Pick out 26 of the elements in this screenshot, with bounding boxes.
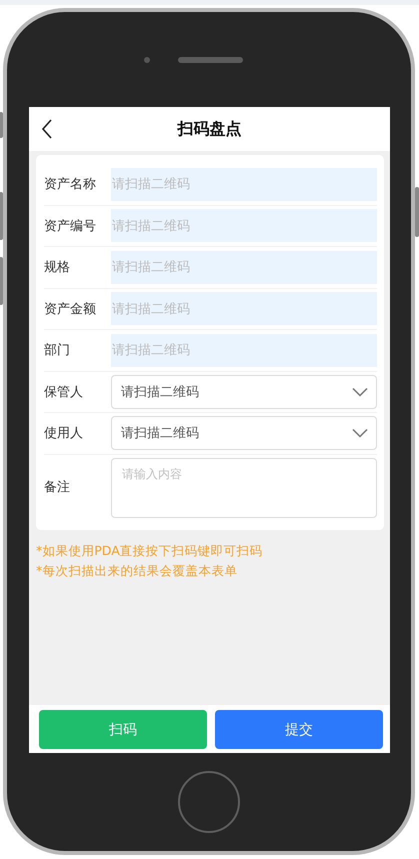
speaker-grille [178, 57, 243, 63]
submit-button[interactable]: 提交 [215, 710, 383, 749]
field-label: 规格 [44, 259, 71, 276]
field-label: 资产金额 [44, 300, 97, 318]
input-field[interactable]: 请扫描二维码 [111, 168, 377, 201]
chevron-down-icon [352, 386, 368, 397]
field-label: 备注 [44, 479, 71, 496]
field-label: 部门 [44, 342, 71, 360]
back-icon[interactable] [41, 119, 53, 139]
input-field[interactable]: 请扫描二维码 [111, 292, 377, 326]
select-field[interactable]: 请扫描二维码 [111, 416, 377, 450]
hint-text: *每次扫描出来的结果会覆盖本表单 [36, 562, 238, 580]
field-label: 使用人 [44, 425, 84, 442]
select-field[interactable]: 请扫描二维码 [111, 374, 377, 409]
field-label: 资产编号 [44, 218, 97, 235]
scan-button[interactable]: 扫码 [39, 710, 207, 749]
page-title: 扫码盘点 [178, 118, 242, 140]
field-label: 资产名称 [44, 176, 97, 194]
input-field[interactable]: 请扫描二维码 [111, 250, 377, 284]
textarea-field[interactable]: 请输入内容 [111, 458, 377, 518]
field-label: 保管人 [44, 384, 84, 401]
hint-text: *如果使用PDA直接按下扫码键即可扫码 [36, 542, 264, 560]
input-field[interactable]: 请扫描二维码 [111, 209, 377, 242]
input-field[interactable]: 请扫描二维码 [111, 334, 377, 367]
camera-icon [144, 57, 150, 63]
chevron-down-icon [352, 428, 368, 438]
